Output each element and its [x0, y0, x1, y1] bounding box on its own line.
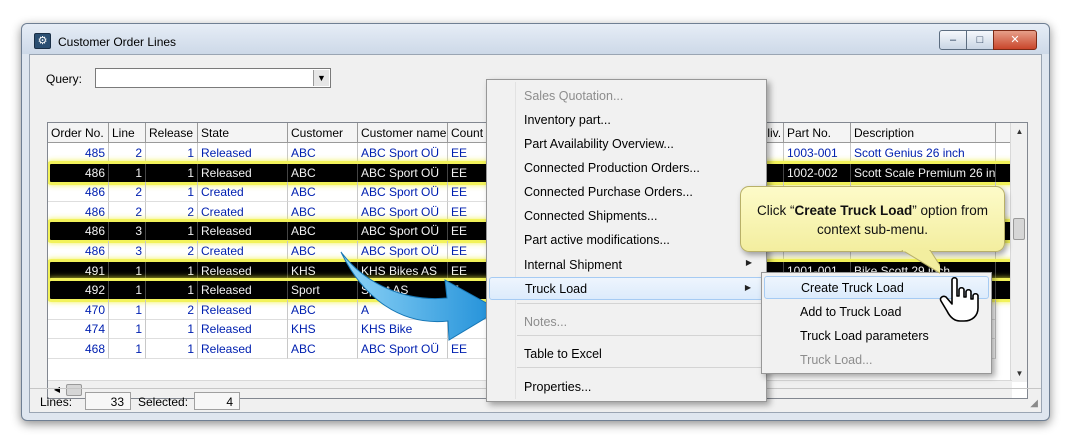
- table-cell: 468: [48, 339, 109, 359]
- column-header[interactable]: Customer: [288, 123, 358, 143]
- chevron-down-icon[interactable]: ▼: [313, 70, 329, 86]
- table-cell: 1: [146, 182, 198, 203]
- menu-item-connected-purchase-orders[interactable]: Connected Purchase Orders...: [489, 180, 764, 203]
- menu-item-inventory-part[interactable]: Inventory part...: [489, 108, 764, 131]
- table-cell: Released: [198, 299, 288, 320]
- vertical-scrollbar[interactable]: ▲ ▼: [1010, 123, 1027, 382]
- menu-item-label: Part active modifications...: [524, 233, 670, 247]
- table-cell: ABC: [288, 182, 358, 203]
- table-cell: 1: [146, 339, 198, 359]
- submenu-item-truck-load-parameters[interactable]: Truck Load parameters: [764, 324, 989, 347]
- column-header[interactable]: Count: [448, 123, 488, 143]
- table-cell: 486: [48, 182, 109, 203]
- menu-separator: [517, 367, 762, 368]
- column-header[interactable]: Customer name: [358, 123, 448, 143]
- menu-item-connected-production-orders[interactable]: Connected Production Orders...: [489, 156, 764, 179]
- menu-separator: [517, 335, 762, 336]
- menu-item-connected-shipments[interactable]: Connected Shipments...: [489, 204, 764, 227]
- chevron-right-icon: ▶: [745, 258, 752, 267]
- vertical-scroll-thumb[interactable]: [1013, 218, 1025, 240]
- menu-item-label: Internal Shipment: [524, 258, 622, 272]
- column-header[interactable]: State: [198, 123, 288, 143]
- table-cell: 1: [109, 299, 146, 320]
- scroll-down-icon[interactable]: ▼: [1011, 365, 1027, 382]
- chevron-right-icon: ▶: [744, 283, 751, 292]
- pointer-arrow-icon: [340, 251, 500, 341]
- menu-item-truck-load[interactable]: Truck Load ▶: [489, 277, 764, 300]
- menu-item-properties[interactable]: Properties...: [489, 375, 764, 398]
- menu-item-label: Part Availability Overview...: [524, 137, 674, 151]
- window-title: Customer Order Lines: [58, 35, 177, 49]
- menu-item-part-availability-overview[interactable]: Part Availability Overview...: [489, 132, 764, 155]
- table-cell: Released: [198, 339, 288, 359]
- table-cell: 1: [109, 339, 146, 359]
- menu-item-sales-quotation[interactable]: Sales Quotation...: [489, 84, 764, 107]
- menu-item-label: Properties...: [524, 380, 592, 394]
- callout-tail-icon: [901, 250, 940, 274]
- menu-item-internal-shipment[interactable]: Internal Shipment ▶: [489, 253, 764, 276]
- table-cell: 2: [146, 299, 198, 320]
- menu-item-label: Notes...: [524, 315, 568, 329]
- selected-label: Selected:: [138, 395, 189, 409]
- column-header[interactable]: Release: [146, 123, 198, 143]
- table-cell: 470: [48, 299, 109, 320]
- column-header[interactable]: Order No.: [48, 123, 109, 143]
- menu-item-label: Sales Quotation...: [524, 89, 624, 103]
- callout-prefix: Click “: [756, 203, 795, 218]
- menu-separator: [517, 303, 762, 304]
- table-cell: 1: [146, 319, 198, 340]
- window-controls: – □ ✕: [939, 30, 1037, 50]
- table-cell: 1: [109, 319, 146, 340]
- menu-item-label: Table to Excel: [524, 347, 602, 361]
- callout-bold: Create Truck Load: [794, 203, 913, 218]
- selected-value: 4: [194, 392, 240, 410]
- menu-item-label: Inventory part...: [524, 113, 611, 127]
- menu-item-label: Connected Production Orders...: [524, 161, 700, 175]
- lines-value: 33: [85, 392, 131, 410]
- gear-icon: ⚙: [34, 33, 51, 49]
- menu-item-part-active-modifications[interactable]: Part active modifications...: [489, 228, 764, 251]
- query-label: Query:: [46, 72, 83, 86]
- table-cell: Released: [198, 319, 288, 340]
- column-header[interactable]: Description: [851, 123, 996, 143]
- menu-item-notes[interactable]: Notes...: [489, 310, 764, 333]
- hand-cursor-icon: [939, 276, 979, 322]
- column-header[interactable]: Part No.: [784, 123, 851, 143]
- table-cell: Created: [198, 182, 288, 203]
- table-cell: 2: [109, 182, 146, 203]
- query-combo[interactable]: ▼: [95, 68, 331, 88]
- table-cell: 474: [48, 319, 109, 340]
- maximize-button[interactable]: □: [966, 30, 994, 50]
- submenu-item-truck-load[interactable]: Truck Load...: [764, 348, 989, 371]
- title-bar[interactable]: ⚙ Customer Order Lines – □ ✕: [22, 24, 1049, 54]
- menu-item-table-to-excel[interactable]: Table to Excel: [489, 342, 764, 365]
- lines-label: Lines:: [40, 395, 73, 409]
- menu-item-label: Connected Shipments...: [524, 209, 658, 223]
- table-cell: EE: [448, 182, 488, 203]
- table-cell: ABC Sport OÜ: [358, 182, 448, 203]
- menu-item-label: Truck Load: [525, 282, 588, 296]
- scroll-up-icon[interactable]: ▲: [1011, 123, 1027, 140]
- instruction-callout: Click “Create Truck Load” option from co…: [740, 186, 1005, 252]
- menu-item-label: Connected Purchase Orders...: [524, 185, 693, 199]
- column-header[interactable]: Line: [109, 123, 146, 143]
- close-button[interactable]: ✕: [993, 30, 1037, 50]
- minimize-button[interactable]: –: [939, 30, 967, 50]
- resize-grip-icon[interactable]: ◢: [1030, 398, 1038, 409]
- context-menu: Sales Quotation... Inventory part... Part …: [486, 79, 767, 402]
